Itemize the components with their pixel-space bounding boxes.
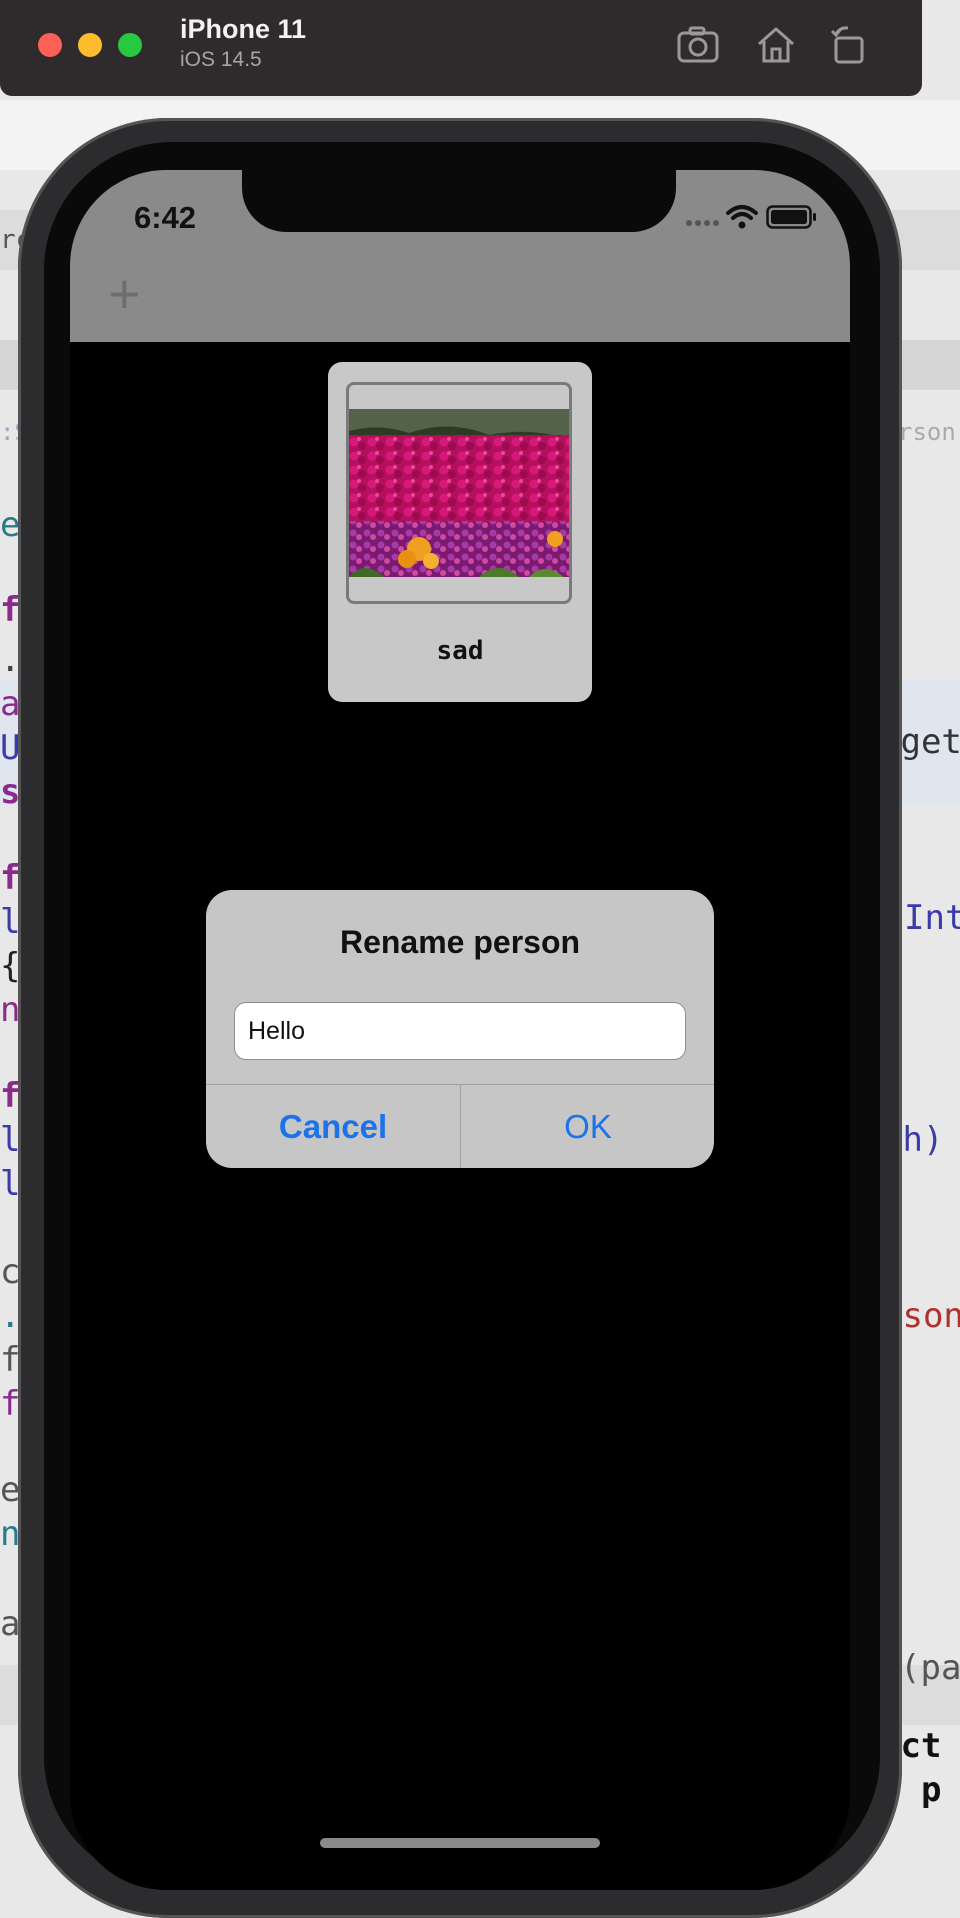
zoom-window-button[interactable] <box>118 33 142 57</box>
alert-title: Rename person <box>339 924 581 960</box>
code-fragment: rson <box>898 418 956 446</box>
close-window-button[interactable] <box>38 33 62 57</box>
rename-alert-dialog: Rename person Cancel OK <box>206 890 714 1168</box>
photo-frame <box>346 382 572 604</box>
notch <box>242 170 676 232</box>
os-version: iOS 14.5 <box>180 48 262 71</box>
rename-input[interactable] <box>234 1002 686 1060</box>
status-time: 6:42 <box>134 200 197 235</box>
flower-photo <box>349 409 569 577</box>
screenshot-icon[interactable] <box>675 22 721 68</box>
home-icon[interactable] <box>753 22 799 68</box>
person-name-label: sad <box>436 636 484 666</box>
device-name: iPhone 11 <box>180 14 307 44</box>
iphone-screen: 6:42 + sad Rename person Hello Cancel OK <box>70 170 850 1890</box>
cellular-signal-icon <box>686 220 719 226</box>
code-fragment: Int <box>904 898 960 938</box>
ok-button[interactable]: OK <box>461 1085 714 1168</box>
wifi-icon <box>726 205 758 229</box>
code-fragment: (pa <box>900 1648 960 1688</box>
person-card[interactable]: sad <box>328 362 592 702</box>
minimize-window-button[interactable] <box>78 33 102 57</box>
simulator-title-bar: iPhone 11 iOS 14.5 <box>0 0 922 96</box>
home-indicator[interactable] <box>320 1838 600 1848</box>
rotate-icon[interactable] <box>826 22 872 68</box>
battery-icon <box>766 205 816 229</box>
add-button[interactable]: + <box>108 266 141 322</box>
cancel-button[interactable]: Cancel <box>206 1085 460 1168</box>
